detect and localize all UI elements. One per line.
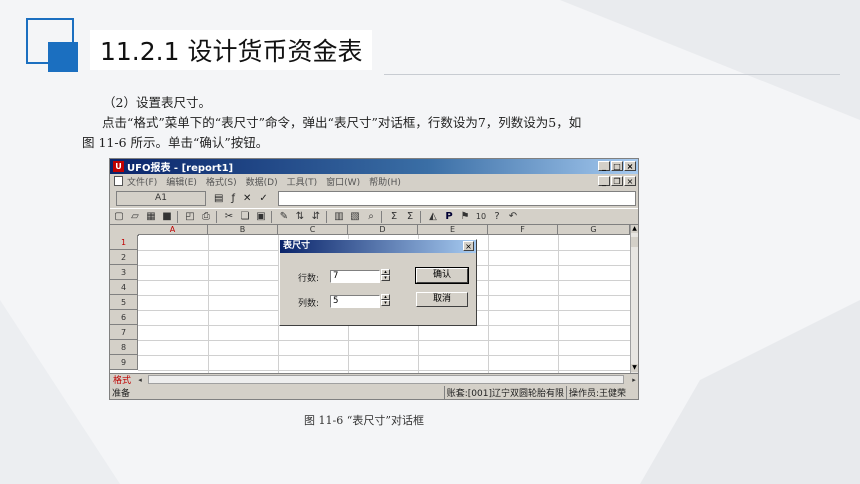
menu-file[interactable]: 文件(F): [127, 175, 157, 188]
window-title: UFO报表 - [report1]: [127, 163, 234, 174]
paste-icon[interactable]: ▣: [254, 210, 268, 224]
chart-wizard-icon[interactable]: ◭: [426, 210, 440, 224]
menu-edit[interactable]: 编辑(E): [166, 175, 197, 188]
standard-toolbar: ▢ ▱ ▦ ■ ◰ ⎙ ✂ ❏ ▣ ✎ ⇅ ⇵ ▥ ▧ ⌕ Σ Σ ◭ P ⚑ …: [110, 208, 638, 225]
menu-data[interactable]: 数据(D): [246, 175, 278, 188]
column-header-g[interactable]: G: [558, 225, 630, 235]
doc-restore-button[interactable]: ❐: [611, 176, 623, 186]
cancel-button[interactable]: 取消: [416, 292, 468, 307]
sum-icon[interactable]: Σ: [387, 210, 401, 224]
ufo-report-window: U UFO报表 - [report1] _ □ × 文件(F) 编辑(E) 格式…: [109, 158, 639, 400]
column-header-e[interactable]: E: [418, 225, 488, 235]
doc-minimize-button[interactable]: _: [598, 176, 610, 186]
status-ready: 准备: [112, 388, 131, 399]
undo-icon[interactable]: ↶: [506, 210, 520, 224]
sort-ascending-icon[interactable]: ⇅: [293, 210, 307, 224]
row-header-2[interactable]: 2: [110, 250, 138, 265]
document-icon: [114, 176, 123, 186]
row-header-4[interactable]: 4: [110, 280, 138, 295]
close-button[interactable]: ×: [624, 161, 636, 171]
maximize-button[interactable]: □: [611, 161, 623, 171]
table-size-dialog: 表尺寸 × 行数: 7 ▴ ▾ 列数: 5 ▴ ▾ 确认 取消: [279, 239, 477, 326]
copy-icon[interactable]: ❏: [238, 210, 252, 224]
formula-bar: A1 ▤ ƒ ✕ ✓: [110, 189, 638, 207]
cols-spinner[interactable]: ▴ ▾: [381, 294, 390, 307]
rows-spinner[interactable]: ▴ ▾: [381, 269, 390, 282]
accept-edit-icon[interactable]: ✓: [259, 193, 267, 204]
dialog-close-button[interactable]: ×: [463, 241, 474, 251]
menu-format[interactable]: 格式(S): [206, 175, 237, 188]
instruction-line-2: 图 11-6 所示。单击“确认”按钮。: [82, 135, 269, 150]
instruction-line-1: 点击“格式”菜单下的“表尺寸”命令，弹出“表尺寸”对话框，行数设为7，列数设为5…: [102, 115, 582, 130]
slide-title-box: 11.2.1 设计货币资金表: [90, 30, 373, 70]
app-icon: U: [113, 161, 124, 172]
column-header-f[interactable]: F: [488, 225, 558, 235]
doc-close-button[interactable]: ×: [624, 176, 636, 186]
help-pointer-icon[interactable]: ?: [490, 210, 504, 224]
header-accent-square: [48, 42, 78, 72]
format-painter-icon[interactable]: ✎: [277, 210, 291, 224]
status-account: 账套:[001]辽宁双圆轮胎有限: [443, 385, 566, 399]
scroll-up-icon[interactable]: ▲: [631, 225, 638, 233]
table-icon[interactable]: ▥: [332, 210, 346, 224]
function-wizard-icon[interactable]: ▤: [214, 193, 223, 204]
rows-label: 行数:: [298, 274, 320, 284]
scroll-down-icon[interactable]: ▼: [631, 364, 638, 372]
row-header-7[interactable]: 7: [110, 325, 138, 340]
rows-spin-down-icon[interactable]: ▾: [381, 275, 390, 281]
row-header-6[interactable]: 6: [110, 310, 138, 325]
cancel-edit-icon[interactable]: ✕: [243, 193, 251, 204]
menu-window[interactable]: 窗口(W): [326, 175, 360, 188]
scroll-thumb[interactable]: [631, 237, 638, 247]
dialog-title: 表尺寸: [280, 240, 476, 253]
status-operator: 操作员:王健荣: [565, 385, 628, 399]
sort-descending-icon[interactable]: ⇵: [309, 210, 323, 224]
horizontal-scrollbar[interactable]: [148, 375, 624, 384]
column-header-a[interactable]: A: [138, 225, 208, 235]
menu-bar: 文件(F) 编辑(E) 格式(S) 数据(D) 工具(T) 窗口(W) 帮助(H…: [110, 174, 638, 188]
window-titlebar: U UFO报表 - [report1] _ □ ×: [110, 159, 638, 174]
cols-input[interactable]: 5: [330, 295, 380, 308]
cols-label: 列数:: [298, 299, 320, 309]
scale-icon[interactable]: 10: [474, 210, 488, 224]
print-preview-icon[interactable]: ◰: [183, 210, 197, 224]
open-report-icon[interactable]: ▦: [144, 210, 158, 224]
column-header-c[interactable]: C: [278, 225, 348, 235]
new-file-icon[interactable]: ▢: [112, 210, 126, 224]
confirm-button[interactable]: 确认: [415, 267, 469, 284]
flag-icon[interactable]: ⚑: [458, 210, 472, 224]
column-header-d[interactable]: D: [348, 225, 418, 235]
cut-icon[interactable]: ✂: [222, 210, 236, 224]
cell-reference-box[interactable]: A1: [116, 190, 206, 206]
rows-input[interactable]: 7: [330, 270, 380, 283]
column-header-b[interactable]: B: [208, 225, 278, 235]
sheet-tab-bar: 格式 ◂ ▸: [110, 373, 638, 386]
slide-title: 11.2.1 设计货币资金表: [100, 37, 363, 66]
auto-sum-icon[interactable]: Σ: [403, 210, 417, 224]
save-icon[interactable]: ■: [160, 210, 174, 224]
open-folder-icon[interactable]: ▱: [128, 210, 142, 224]
menu-help[interactable]: 帮助(H): [369, 175, 401, 188]
p-icon[interactable]: P: [442, 210, 456, 224]
row-header-1[interactable]: 1: [110, 235, 138, 250]
cols-spin-down-icon[interactable]: ▾: [381, 300, 390, 306]
vertical-scrollbar[interactable]: ▲ ▼: [630, 225, 638, 373]
chart-icon[interactable]: ▧: [348, 210, 362, 224]
find-icon[interactable]: ⌕: [364, 210, 378, 224]
row-header-5[interactable]: 5: [110, 295, 138, 310]
figure-caption: 图 11-6 “表尺寸”对话框: [304, 414, 424, 427]
row-header-3[interactable]: 3: [110, 265, 138, 280]
formula-input[interactable]: [277, 190, 636, 206]
fx-icon[interactable]: ƒ: [231, 193, 235, 204]
menu-tools[interactable]: 工具(T): [287, 175, 318, 188]
row-header-9[interactable]: 9: [110, 355, 138, 370]
print-icon[interactable]: ⎙: [199, 210, 213, 224]
status-bar: 准备 账套:[001]辽宁双圆轮胎有限 操作员:王健荣: [110, 385, 638, 399]
header-divider: [384, 74, 840, 75]
minimize-button[interactable]: _: [598, 161, 610, 171]
step-heading: （2）设置表尺寸。: [103, 95, 211, 110]
row-header-8[interactable]: 8: [110, 340, 138, 355]
